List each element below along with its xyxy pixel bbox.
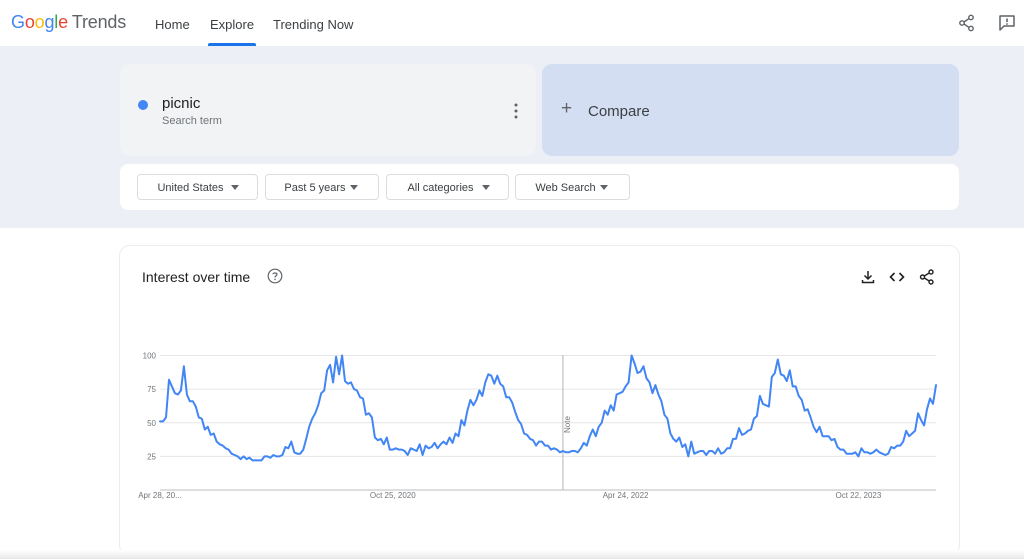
page-bottom-shadow — [0, 550, 1024, 559]
interest-over-time-chart: 25 50 75 100 Note Apr 28, 20... Oct 25, 2020 Ap… — [138, 352, 937, 500]
y-tick-label: 100 — [143, 352, 157, 361]
x-tick-label: Apr 24, 2022 — [603, 491, 649, 500]
y-tick-label: 25 — [147, 452, 156, 461]
y-tick-label: 50 — [147, 419, 156, 428]
x-tick-label: Oct 22, 2023 — [835, 491, 881, 500]
series-line-picnic — [159, 354, 937, 462]
x-tick-label: Oct 25, 2020 — [370, 491, 416, 500]
y-tick-label: 75 — [147, 385, 156, 394]
note-label: Note — [563, 416, 572, 433]
x-tick-label: Apr 28, 20... — [138, 491, 182, 500]
